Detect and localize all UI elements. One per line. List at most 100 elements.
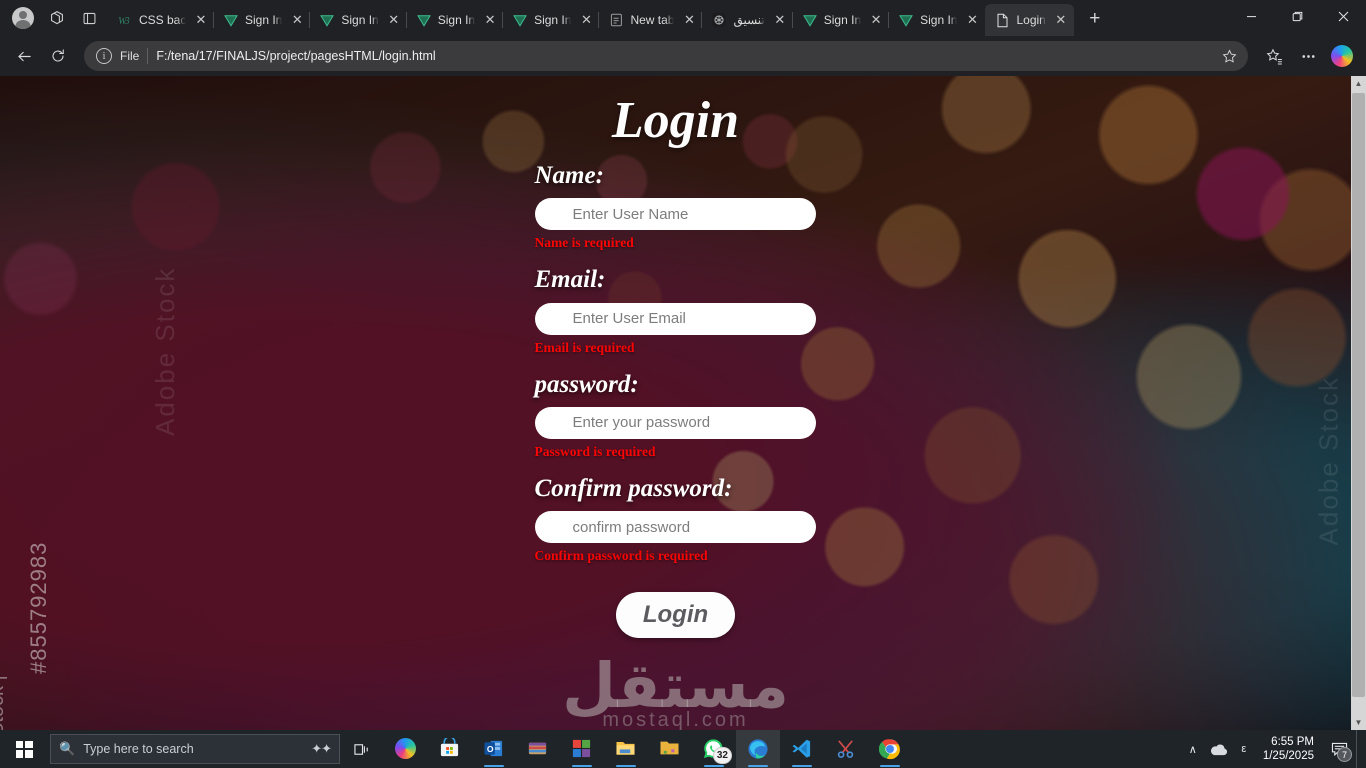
taskbar-app-snipping-tool[interactable]	[824, 730, 868, 768]
notifications-button[interactable]: 7	[1324, 730, 1354, 768]
taskbar-apps: O 32	[384, 730, 912, 768]
show-desktop-button[interactable]	[1356, 730, 1362, 768]
form-fields: Name: Name is required Email: Email is requ…	[534, 162, 817, 580]
vercel-icon	[512, 12, 528, 28]
tab-close-icon[interactable]: ✕	[577, 11, 595, 29]
scrollbar-track[interactable]	[1351, 91, 1366, 715]
tab-close-icon[interactable]: ✕	[385, 11, 403, 29]
taskbar-search-input[interactable]: 🔍 Type here to search ✦✦	[50, 734, 340, 764]
vercel-icon	[898, 12, 914, 28]
minimize-button[interactable]	[1228, 0, 1274, 32]
browser-tab[interactable]: Sign In ✕	[888, 4, 985, 36]
form-field-confirm-password: Confirm password: Confirm password is req…	[534, 475, 817, 564]
browser-tab[interactable]: New tab ✕	[598, 4, 702, 36]
taskbar-app-microsoft-edge[interactable]	[736, 730, 780, 768]
browser-tab[interactable]: Sign In ✕	[309, 4, 406, 36]
tab-title: Sign In	[534, 13, 572, 27]
error-message-email: Email is required	[534, 339, 635, 355]
back-button[interactable]	[8, 40, 40, 72]
browser-tab[interactable]: W 3 CSS bac ✕	[108, 4, 214, 36]
tab-close-icon[interactable]: ✕	[771, 11, 789, 29]
more-options-icon[interactable]	[1292, 40, 1324, 72]
tab-separator	[405, 12, 407, 28]
tab-close-icon[interactable]: ✕	[288, 11, 306, 29]
language-indicator[interactable]: ε	[1233, 730, 1255, 768]
show-hidden-icons-chevron[interactable]: ∧	[1182, 730, 1204, 768]
winrar-icon	[527, 738, 549, 760]
tab-close-icon[interactable]: ✕	[867, 11, 885, 29]
browser-tab[interactable]: Sign In ✕	[791, 4, 889, 36]
copilot-icon[interactable]	[1326, 40, 1358, 72]
scrollbar-up-arrow[interactable]: ▲	[1351, 76, 1366, 91]
close-window-button[interactable]	[1320, 0, 1366, 32]
scrollbar-thumb[interactable]	[1352, 93, 1365, 697]
field-label-password: password:	[534, 370, 639, 398]
browser-tab[interactable]: Login ✕	[985, 4, 1074, 36]
login-page: #855792983 Stock | Adobe Stock Adobe Sto…	[0, 76, 1351, 730]
svg-text:O: O	[487, 744, 494, 754]
new-tab-button[interactable]: +	[1080, 4, 1110, 34]
tab-close-icon[interactable]: ✕	[481, 11, 499, 29]
form-field-username: Name: Name is required	[534, 162, 817, 251]
site-info-icon[interactable]: i	[96, 48, 112, 64]
browser-window: W 3 CSS bac ✕ Sign In ✕ Sign In ✕ Sign In ✕ Sign I…	[0, 0, 1366, 730]
tab-close-icon[interactable]: ✕	[192, 11, 210, 29]
form-field-email: Email: Email is required	[534, 267, 817, 355]
system-tray: ∧ ε 6:55 PM 1/25/2025 7	[1182, 730, 1366, 768]
confirm-password-input[interactable]	[534, 511, 816, 544]
snipping-tool-icon	[835, 738, 857, 760]
address-bar[interactable]: i File F:/tena/17/FINALJS/project/pagesH…	[84, 41, 1248, 71]
microsoft-store-icon	[439, 736, 461, 760]
microsoft-edge-icon	[747, 738, 769, 760]
profile-avatar-button[interactable]	[6, 1, 40, 35]
tab-title: Sign In	[245, 13, 283, 27]
url-text[interactable]: F:/tena/17/FINALJS/project/pagesHTML/log…	[156, 49, 1208, 63]
browser-tab[interactable]: Sign In ✕	[213, 4, 310, 36]
error-message-username: Name is required	[534, 235, 634, 251]
office-icon	[571, 738, 593, 760]
refresh-button[interactable]	[42, 40, 74, 72]
task-view-button[interactable]	[340, 730, 384, 768]
username-input[interactable]	[534, 198, 816, 231]
tab-close-icon[interactable]: ✕	[1052, 11, 1070, 29]
taskbar-app-visual-studio-code[interactable]	[780, 730, 824, 768]
url-scheme-label: File	[120, 49, 140, 63]
tab-separator	[309, 12, 311, 28]
taskbar-app-file-explorer[interactable]	[604, 730, 648, 768]
star-icon[interactable]	[1216, 43, 1242, 69]
vercel-icon	[319, 12, 335, 28]
workspaces-icon[interactable]	[42, 4, 72, 32]
scrollbar-down-arrow[interactable]: ▼	[1351, 715, 1366, 730]
taskbar-app-whatsapp[interactable]: 32	[692, 730, 736, 768]
browser-tab[interactable]: Sign In ✕	[405, 4, 503, 36]
search-placeholder: Type here to search	[83, 742, 194, 756]
login-button[interactable]: Login	[616, 592, 735, 639]
taskbar-app-microsoft-store[interactable]	[428, 730, 472, 768]
taskbar-app-copilot[interactable]	[384, 730, 428, 768]
clock[interactable]: 6:55 PM 1/25/2025	[1257, 730, 1322, 768]
watermark-mostaql-url: mostaql.com	[602, 709, 749, 730]
taskbar-app-office[interactable]	[560, 730, 604, 768]
tab-close-icon[interactable]: ✕	[680, 11, 698, 29]
collections-icon[interactable]	[1258, 40, 1290, 72]
taskbar-app-folder[interactable]	[648, 730, 692, 768]
onedrive-icon[interactable]	[1206, 730, 1231, 768]
visual-studio-code-icon	[791, 738, 813, 760]
restore-button[interactable]	[1274, 0, 1320, 32]
email-input[interactable]	[534, 302, 816, 335]
tab-separator	[502, 12, 504, 28]
taskbar-app-outlook[interactable]: O	[472, 730, 516, 768]
tab-strip: W 3 CSS bac ✕ Sign In ✕ Sign In ✕ Sign In ✕ Sign I…	[0, 0, 1366, 36]
browser-tab[interactable]: Sign In ✕	[502, 4, 599, 36]
unread-count-badge: 32	[712, 747, 732, 764]
browser-tab[interactable]: تنسيق ✕	[701, 4, 792, 36]
split-screen-icon[interactable]	[74, 4, 104, 32]
taskbar-app-winrar[interactable]	[516, 730, 560, 768]
sparkle-icon: ✦✦	[311, 741, 332, 756]
page-scrollbar[interactable]: ▲ ▼	[1351, 76, 1366, 730]
taskbar-app-google-chrome[interactable]	[868, 730, 912, 768]
password-input[interactable]	[534, 406, 816, 439]
tab-close-icon[interactable]: ✕	[963, 11, 981, 29]
new-tab-icon	[608, 12, 624, 28]
start-button[interactable]	[0, 730, 48, 768]
